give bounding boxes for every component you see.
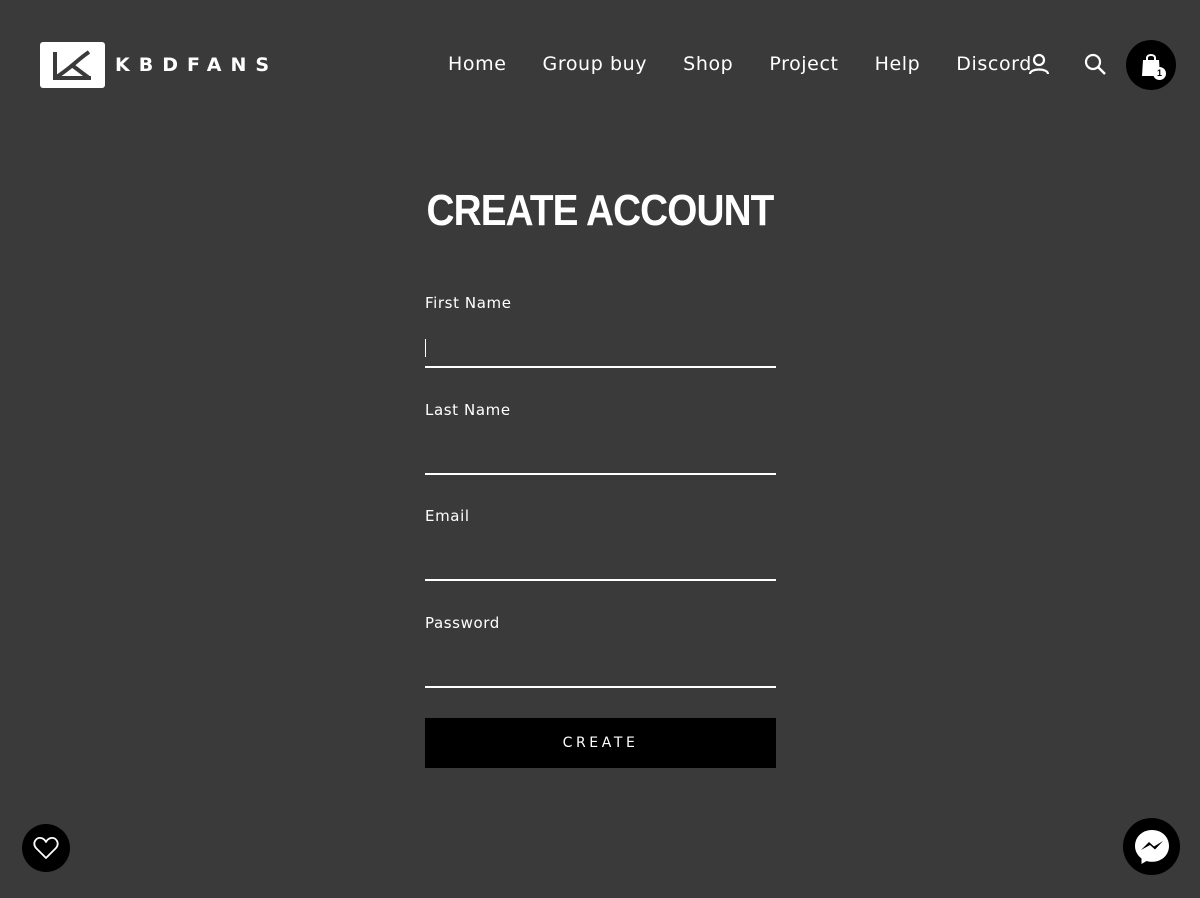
password-input[interactable] <box>425 647 776 688</box>
first-name-label: First Name <box>425 294 512 312</box>
last-name-input[interactable] <box>425 434 776 475</box>
logo-mark-icon <box>40 42 105 88</box>
page-title: CREATE ACCOUNT <box>426 186 775 235</box>
last-name-label: Last Name <box>425 400 511 419</box>
create-account-form: First Name Last Name Email Password <box>425 292 776 718</box>
text-cursor <box>425 339 426 357</box>
messenger-button[interactable] <box>1123 818 1180 875</box>
nav-item-shop[interactable]: Shop <box>683 53 733 75</box>
password-field-group: Password <box>425 612 776 719</box>
main-nav: Home Group buy Shop Project Help Discord <box>430 50 1068 78</box>
last-name-field-group: Last Name <box>425 399 776 506</box>
account-icon[interactable] <box>1026 51 1052 77</box>
wishlist-button[interactable] <box>22 824 70 872</box>
email-field-group: Email <box>425 505 776 612</box>
nav-item-discord[interactable]: Discord <box>956 53 1032 75</box>
search-icon[interactable] <box>1082 51 1108 77</box>
first-name-field-group: First Name <box>425 292 776 399</box>
email-label: Email <box>425 507 470 525</box>
first-name-input[interactable] <box>425 328 776 368</box>
page: KBDFANS Home Group buy Shop Project Help… <box>0 0 1200 898</box>
nav-item-home[interactable]: Home <box>448 53 507 75</box>
create-button[interactable]: CREATE <box>425 718 776 768</box>
email-input[interactable] <box>425 541 776 581</box>
nav-item-project[interactable]: Project <box>769 53 838 75</box>
nav-item-help[interactable]: Help <box>875 53 921 75</box>
messenger-icon <box>1134 829 1169 864</box>
logo-text: KBDFANS <box>115 54 279 76</box>
heart-icon <box>33 837 59 859</box>
cart-button[interactable]: 1 <box>1126 40 1176 90</box>
logo[interactable]: KBDFANS <box>40 42 278 88</box>
password-label: Password <box>425 613 500 632</box>
nav-item-group-buy[interactable]: Group buy <box>543 53 648 75</box>
cart-count-badge: 1 <box>1153 67 1166 80</box>
